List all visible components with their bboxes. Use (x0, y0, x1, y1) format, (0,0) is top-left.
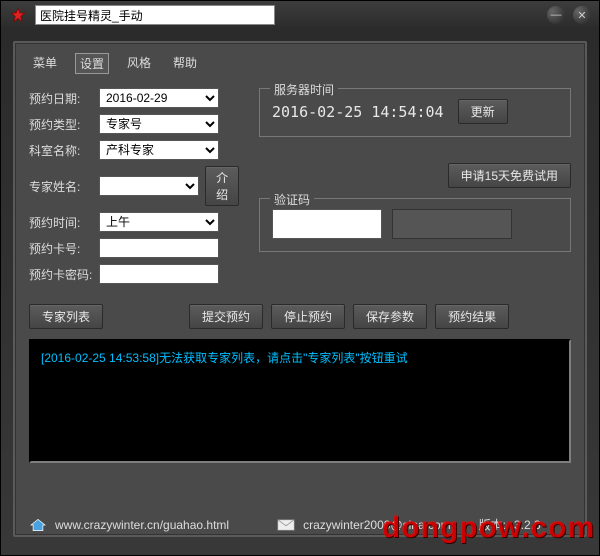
refresh-button[interactable]: 更新 (458, 99, 508, 124)
label-dept: 科室名称: (29, 142, 99, 159)
label-type: 预约类型: (29, 116, 99, 133)
trial-button[interactable]: 申请15天免费试用 (448, 163, 571, 188)
captcha-legend: 验证码 (270, 191, 314, 208)
close-button[interactable]: ✕ (573, 6, 591, 24)
captcha-input[interactable] (392, 209, 512, 239)
input-password[interactable] (99, 264, 219, 284)
captcha-box: 验证码 (259, 198, 571, 252)
stop-button[interactable]: 停止预约 (271, 304, 345, 329)
label-pwd: 预约卡密码: (29, 266, 99, 283)
footer: www.crazywinter.cn/guahao.html crazywint… (29, 516, 571, 533)
select-date[interactable]: 2016-02-29 (99, 88, 219, 108)
captcha-image[interactable] (272, 209, 382, 239)
action-buttons: 专家列表 提交预约 停止预约 保存参数 预约结果 (29, 304, 571, 329)
window-frame: — ✕ 菜单 设置 风格 帮助 预约日期: 2016-02-29 预约类型: 专… (0, 0, 600, 556)
log-panel[interactable]: [2016-02-25 14:53:58]无法获取专家列表，请点击"专家列表"按… (29, 339, 571, 463)
app-icon (9, 6, 27, 24)
home-icon (29, 518, 47, 532)
window-title (35, 5, 275, 25)
version-value: 3.2.3 (514, 518, 541, 532)
footer-url[interactable]: www.crazywinter.cn/guahao.html (55, 518, 229, 532)
result-button[interactable]: 预约结果 (435, 304, 509, 329)
intro-button[interactable]: 介绍 (205, 166, 239, 206)
select-time[interactable]: 上午 (99, 212, 219, 232)
server-time-box: 服务器时间 2016-02-25 14:54:04 更新 (259, 88, 571, 137)
submit-button[interactable]: 提交预约 (189, 304, 263, 329)
menu-settings[interactable]: 设置 (75, 53, 109, 74)
app-body: 菜单 设置 风格 帮助 预约日期: 2016-02-29 预约类型: 专家号 科… (13, 41, 587, 537)
menubar: 菜单 设置 风格 帮助 (29, 53, 571, 74)
booking-form: 预约日期: 2016-02-29 预约类型: 专家号 科室名称: 产科专家 专家… (29, 88, 239, 284)
window-controls: — ✕ (547, 6, 591, 24)
titlebar: — ✕ (1, 1, 599, 29)
input-card[interactable] (99, 238, 219, 258)
label-expert: 专家姓名: (29, 178, 99, 195)
server-time-legend: 服务器时间 (270, 81, 338, 98)
select-type[interactable]: 专家号 (99, 114, 219, 134)
label-date: 预约日期: (29, 90, 99, 107)
menu-help[interactable]: 帮助 (169, 53, 201, 74)
menu-style[interactable]: 风格 (123, 53, 155, 74)
label-time: 预约时间: (29, 214, 99, 231)
log-line: [2016-02-25 14:53:58]无法获取专家列表，请点击"专家列表"按… (41, 349, 559, 366)
server-time-value: 2016-02-25 14:54:04 (272, 103, 444, 121)
mail-icon (277, 519, 295, 531)
menu-main[interactable]: 菜单 (29, 53, 61, 74)
save-button[interactable]: 保存参数 (353, 304, 427, 329)
minimize-button[interactable]: — (547, 6, 565, 24)
label-card: 预约卡号: (29, 240, 99, 257)
version-label: 版本: (479, 516, 506, 533)
select-dept[interactable]: 产科专家 (99, 140, 219, 160)
footer-email[interactable]: crazywinter2008@sina.com (303, 518, 451, 532)
expert-list-button[interactable]: 专家列表 (29, 304, 103, 329)
select-expert[interactable] (99, 176, 199, 196)
